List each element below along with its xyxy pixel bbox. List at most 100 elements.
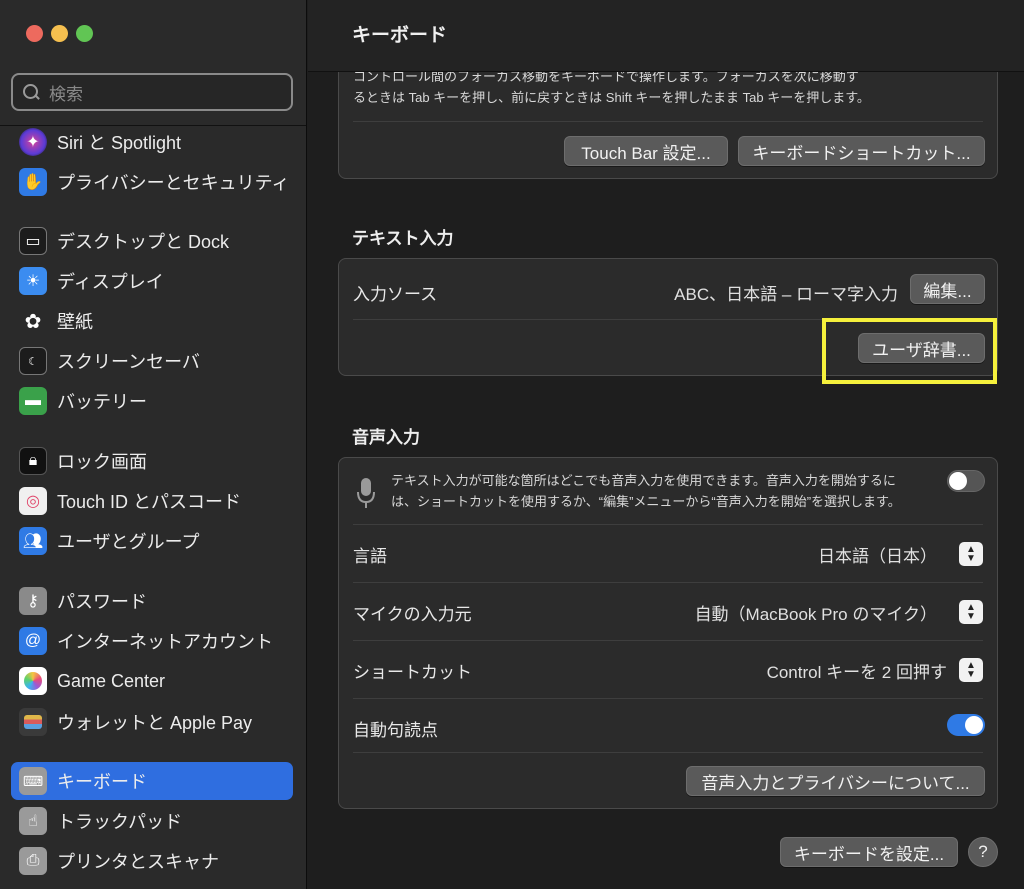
sidebar-item-trackpad[interactable]: ☝ トラックパッド: [11, 802, 293, 840]
sidebar-item-users[interactable]: 👥︎ ユーザとグループ: [11, 522, 293, 560]
sidebar-item-display[interactable]: ☀ ディスプレイ: [11, 262, 293, 300]
desc-line: るときは Tab キーを押し、前に戻すときは Shift キーを押したまま Ta…: [353, 90, 870, 105]
separator: [353, 752, 983, 753]
sidebar-item-lock-screen[interactable]: 🔒︎ ロック画面: [11, 442, 293, 480]
section-title-text-input: テキスト入力: [352, 229, 454, 248]
game-center-icon: [19, 667, 47, 695]
battery-icon: ▬: [19, 387, 47, 415]
at-icon: @: [19, 627, 47, 655]
language-label: 言語: [353, 547, 387, 566]
sidebar-item-label: ユーザとグループ: [57, 532, 200, 552]
users-icon: 👥︎: [19, 527, 47, 555]
shortcut-label: ショートカット: [353, 663, 472, 682]
language-stepper[interactable]: ▲ ▼: [959, 542, 983, 566]
sidebar-item-label: プライバシーとセキュリティ: [57, 173, 290, 193]
screensaver-icon: ☾: [19, 347, 47, 375]
separator: [353, 698, 983, 699]
sidebar-item-battery[interactable]: ▬ バッテリー: [11, 382, 293, 420]
sun-icon: ☀: [19, 267, 47, 295]
hand-icon: ✋: [19, 168, 47, 196]
shortcut-value[interactable]: Control キーを 2 回押す: [767, 658, 947, 683]
sidebar-item-label: パスワード: [57, 592, 147, 612]
toggle-knob: [949, 472, 967, 490]
set-up-keyboard-button[interactable]: キーボードを設定...: [780, 837, 958, 867]
sidebar-item-wallet[interactable]: ウォレットと Apple Pay: [11, 703, 293, 741]
sidebar-item-wallpaper[interactable]: ✿ 壁紙: [11, 302, 293, 340]
sidebar-item-privacy[interactable]: ✋ プライバシーとセキュリティ: [11, 163, 293, 201]
sidebar-item-label: インターネットアカウント: [57, 632, 273, 652]
dictation-panel: テキスト入力が可能な箇所はどこでも音声入力を使用できます。音声入力を開始するに …: [338, 457, 998, 809]
separator: [353, 524, 983, 525]
sidebar-item-label: Game Center: [57, 670, 166, 691]
separator: [353, 121, 983, 122]
window-controls: [26, 25, 93, 42]
siri-icon: ✦: [19, 128, 47, 156]
sidebar-item-label: バッテリー: [57, 392, 147, 412]
trackpad-icon: ☝: [19, 807, 47, 835]
sidebar-item-label: キーボード: [57, 772, 147, 792]
help-button[interactable]: ?: [968, 837, 998, 867]
mic-source-value[interactable]: 自動（MacBook Pro のマイク）: [695, 600, 937, 625]
sidebar-item-game-center[interactable]: Game Center: [11, 662, 293, 700]
mic-source-stepper[interactable]: ▲ ▼: [959, 600, 983, 624]
dictation-toggle[interactable]: [947, 470, 985, 492]
auto-punctuation-label: 自動句読点: [353, 721, 438, 740]
page-title: キーボード: [352, 25, 448, 46]
search-icon: [21, 82, 41, 102]
edit-input-sources-button[interactable]: 編集...: [910, 274, 985, 304]
minimize-button[interactable]: [51, 25, 68, 42]
fingerprint-icon: ◎: [19, 487, 47, 515]
sidebar-item-internet-accounts[interactable]: @ インターネットアカウント: [11, 622, 293, 660]
main-pane: コントロール間のフォーカス移動をキーボードで操作します。フォーカスを次に移動す …: [308, 0, 1024, 889]
sidebar-item-label: ロック画面: [57, 452, 147, 472]
flower-icon: ✿: [24, 310, 42, 333]
input-source-label: 入力ソース: [353, 285, 438, 304]
sidebar-item-label: スクリーンセーバ: [57, 352, 200, 372]
lock-icon: 🔒︎: [19, 447, 47, 475]
toggle-knob: [965, 716, 983, 734]
sidebar: 検索 ✦ Siri と Spotlight ✋ プライバシーとセキュリティ ▭ …: [0, 0, 307, 889]
desc-line: は、ショートカットを使用するか、“編集”メニューから“音声入力を開始”を選択しま…: [391, 494, 901, 509]
sidebar-item-touch-id[interactable]: ◎ Touch ID とパスコード: [11, 482, 293, 520]
close-button[interactable]: [26, 25, 43, 42]
touch-bar-settings-button[interactable]: Touch Bar 設定...: [564, 136, 728, 166]
printer-icon: ⎙: [19, 847, 47, 875]
desc-line: テキスト入力が可能な箇所はどこでも音声入力を使用できます。音声入力を開始するに: [391, 473, 896, 488]
sidebar-item-label: ディスプレイ: [57, 272, 164, 292]
sidebar-item-passwords[interactable]: ⚷ パスワード: [11, 582, 293, 620]
dock-icon: ▭: [19, 227, 47, 255]
zoom-button[interactable]: [76, 25, 93, 42]
titlebar: キーボード: [308, 0, 1024, 72]
section-title-dictation: 音声入力: [352, 428, 420, 447]
sidebar-item-siri[interactable]: ✦ Siri と Spotlight: [11, 123, 293, 161]
auto-punctuation-toggle[interactable]: [947, 714, 985, 736]
key-icon: ⚷: [19, 587, 47, 615]
sidebar-item-label: ウォレットと Apple Pay: [57, 713, 253, 733]
sidebar-item-label: Touch ID とパスコード: [57, 492, 242, 512]
sidebar-item-desktop-dock[interactable]: ▭ デスクトップと Dock: [11, 222, 293, 260]
wallet-icon: [19, 708, 47, 736]
separator: [353, 582, 983, 583]
sidebar-item-printers[interactable]: ⎙ プリンタとスキャナ: [11, 842, 293, 880]
keyboard-navigation-description: コントロール間のフォーカス移動をキーボードで操作します。フォーカスを次に移動す …: [353, 66, 983, 108]
sidebar-item-label: トラックパッド: [57, 812, 183, 832]
language-value[interactable]: 日本語（日本）: [818, 542, 937, 567]
sidebar-item-keyboard[interactable]: ⌨ キーボード: [11, 762, 293, 800]
mic-source-label: マイクの入力元: [353, 605, 472, 624]
sidebar-item-label: 壁紙: [57, 312, 93, 332]
search-input[interactable]: 検索: [11, 73, 293, 111]
separator: [353, 640, 983, 641]
sidebar-item-screensaver[interactable]: ☾ スクリーンセーバ: [11, 342, 293, 380]
dictation-privacy-button[interactable]: 音声入力とプライバシーについて...: [686, 766, 985, 796]
keyboard-icon: ⌨: [19, 767, 47, 795]
input-source-value: ABC、日本語 – ローマ字入力: [674, 285, 898, 304]
highlight-box: [822, 318, 997, 384]
sidebar-item-label: プリンタとスキャナ: [57, 852, 219, 872]
search-placeholder: 検索: [49, 84, 83, 104]
microphone-icon: [355, 476, 377, 510]
keyboard-shortcuts-button[interactable]: キーボードショートカット...: [738, 136, 985, 166]
shortcut-stepper[interactable]: ▲ ▼: [959, 658, 983, 682]
sidebar-item-label: デスクトップと Dock: [57, 232, 230, 252]
sidebar-item-label: Siri と Spotlight: [57, 133, 182, 153]
dictation-description: テキスト入力が可能な箇所はどこでも音声入力を使用できます。音声入力を開始するに …: [391, 470, 921, 512]
